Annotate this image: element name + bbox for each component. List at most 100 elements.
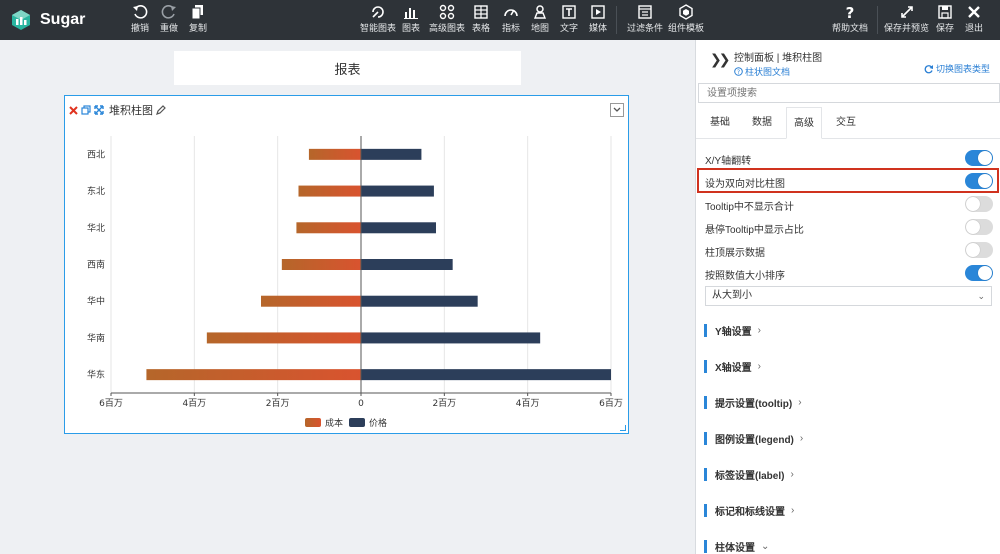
section-markers[interactable]: 标记和标线设置 ›	[704, 502, 994, 518]
chevron-down-icon: ⌄	[761, 540, 770, 552]
chevron-right-icon: ›	[798, 396, 802, 408]
chart-card[interactable]: 堆积柱图 西北 东北 华北 西南 华中 华南 华东 6百万 4百万 2百万 0 2百万 4百万 6百万 成本…	[64, 95, 629, 434]
tab-advanced[interactable]: 高级	[786, 107, 822, 139]
section-bar-style[interactable]: 柱体设置 ⌄	[704, 538, 994, 554]
help-circle-icon: ?	[734, 67, 743, 76]
sort-order-select[interactable]: 从大到小 ⌄	[705, 286, 992, 306]
exit-icon	[968, 6, 980, 18]
y-tick-label: 华东	[87, 369, 105, 381]
table-button[interactable]: 表格	[472, 4, 490, 34]
option-diverging-bar: 设为双向对比柱图	[696, 170, 1000, 193]
chart-button[interactable]: 图表	[402, 4, 420, 34]
map-button[interactable]: 地图	[531, 4, 549, 34]
tab-interaction[interactable]: 交互	[828, 107, 864, 139]
advanced-chart-icon	[439, 4, 455, 20]
tab-data[interactable]: 数据	[744, 107, 780, 139]
tab-basic[interactable]: 基础	[702, 107, 738, 139]
save-button[interactable]: 保存	[936, 4, 954, 34]
copy-button[interactable]: 复制	[189, 4, 207, 34]
section-label[interactable]: 标签设置(label) ›	[704, 466, 994, 482]
indicator-button[interactable]: 指标	[502, 4, 520, 34]
control-panel: ❯❯ 控制面板 | 堆积柱图 ? 柱状图文档 切换图表类型 基础 数据 高级 交…	[695, 40, 1000, 554]
legend-label: 价格	[369, 417, 387, 429]
advanced-chart-button[interactable]: 高级图表	[429, 4, 465, 34]
top-toolbar: Sugar 撤销 重做 复制 智能图表 图表 高级图表 表格 指标 地图 文字	[0, 0, 1000, 40]
legend-swatch	[349, 418, 365, 427]
media-button[interactable]: 媒体	[589, 4, 607, 34]
bar-top-label-toggle[interactable]	[965, 242, 993, 258]
filter-button[interactable]: 过滤条件	[627, 4, 663, 34]
x-tick-label: 6百万	[599, 398, 623, 409]
chevron-right-icon: ›	[799, 432, 804, 444]
help-button[interactable]: ? 帮助文档	[832, 4, 868, 34]
x-tick-label: 6百万	[99, 398, 123, 409]
y-tick-label: 西北	[87, 149, 105, 160]
exit-button[interactable]: 退出	[965, 4, 983, 34]
redo-icon	[161, 5, 176, 19]
bar-cost	[206, 332, 361, 344]
save-preview-icon	[900, 6, 913, 18]
chevron-right-icon: ›	[757, 360, 762, 372]
chevron-down-icon: ⌄	[977, 291, 985, 301]
save-preview-button[interactable]: 保存并预览	[884, 4, 929, 34]
filter-icon	[638, 5, 652, 19]
section-y-axis[interactable]: Y轴设置 ›	[704, 322, 994, 338]
sugar-logo-icon	[12, 10, 30, 30]
text-button[interactable]: 文字	[560, 4, 578, 34]
bar-cost	[261, 295, 361, 307]
resize-handle[interactable]	[620, 425, 626, 431]
option-bar-top-label: 柱顶展示数据	[696, 239, 1000, 262]
text-icon	[562, 5, 576, 19]
svg-text:?: ?	[737, 69, 740, 76]
smart-chart-button[interactable]: 智能图表	[360, 4, 396, 34]
refresh-icon	[924, 64, 933, 73]
panel-tabs: 基础 数据 高级 交互	[696, 107, 1000, 139]
redo-button[interactable]: 重做	[160, 4, 178, 34]
toolbar-divider	[877, 6, 878, 34]
bar-cost	[308, 148, 361, 160]
tooltip-percent-toggle[interactable]	[965, 219, 993, 235]
settings-search-input[interactable]	[698, 83, 1000, 103]
chevron-right-icon: ›	[757, 324, 762, 336]
option-tooltip-percent: 悬停Tooltip中显示占比	[696, 216, 1000, 239]
x-tick-label: 4百万	[516, 398, 540, 409]
app-logo[interactable]: Sugar	[10, 9, 85, 31]
sort-by-value-toggle[interactable]	[965, 265, 993, 281]
panel-header: ❯❯ 控制面板 | 堆积柱图 ? 柱状图文档 切换图表类型	[696, 40, 1000, 82]
bar-price	[361, 222, 436, 234]
panel-breadcrumb: 控制面板 | 堆积柱图	[734, 53, 823, 64]
diverging-bar-toggle[interactable]	[965, 173, 993, 189]
bar-cost	[296, 222, 361, 234]
bar-price	[361, 185, 434, 197]
y-tick-label: 东北	[87, 185, 105, 197]
option-sort-by-value: 按照数值大小排序	[696, 262, 1000, 285]
section-x-axis[interactable]: X轴设置 ›	[704, 358, 994, 374]
y-tick-label: 西南	[87, 259, 105, 271]
tooltip-hide-total-toggle[interactable]	[965, 196, 993, 212]
xy-flip-toggle[interactable]	[965, 150, 993, 166]
component-template-button[interactable]: 组件模板	[668, 4, 704, 34]
expand-panel-icon[interactable]: ❯❯	[710, 51, 731, 68]
undo-button[interactable]: 撤销	[131, 4, 149, 34]
report-title[interactable]: 报表	[174, 51, 521, 85]
x-tick-label: 2百万	[432, 398, 456, 409]
section-legend[interactable]: 图例设置(legend) ›	[704, 430, 994, 446]
chevron-right-icon: ›	[790, 468, 794, 480]
x-tick-label: 0	[358, 399, 364, 409]
svg-text:?: ?	[846, 4, 855, 20]
y-tick-label: 华北	[87, 222, 105, 234]
table-icon	[474, 5, 488, 19]
component-template-icon	[679, 4, 693, 20]
chevron-right-icon: ›	[791, 504, 795, 516]
smart-chart-icon	[372, 6, 384, 18]
app-name: Sugar	[40, 11, 86, 28]
bar-cost	[146, 369, 361, 381]
diverging-bar-chart: 西北东北华北西南华中华南华东 6百万 4百万 2百万 0 2百万 4百万 6百万成本 价格	[87, 136, 623, 429]
y-tick-label: 华中	[87, 295, 105, 307]
help-icon: ?	[846, 4, 855, 20]
switch-chart-type-link[interactable]: 切换图表类型	[924, 62, 990, 75]
section-tooltip[interactable]: 提示设置(tooltip) ›	[704, 394, 994, 410]
chart-doc-link[interactable]: ? 柱状图文档	[734, 65, 790, 78]
option-tooltip-hide-total: Tooltip中不显示合计	[696, 193, 1000, 216]
x-tick-label: 2百万	[266, 398, 290, 409]
